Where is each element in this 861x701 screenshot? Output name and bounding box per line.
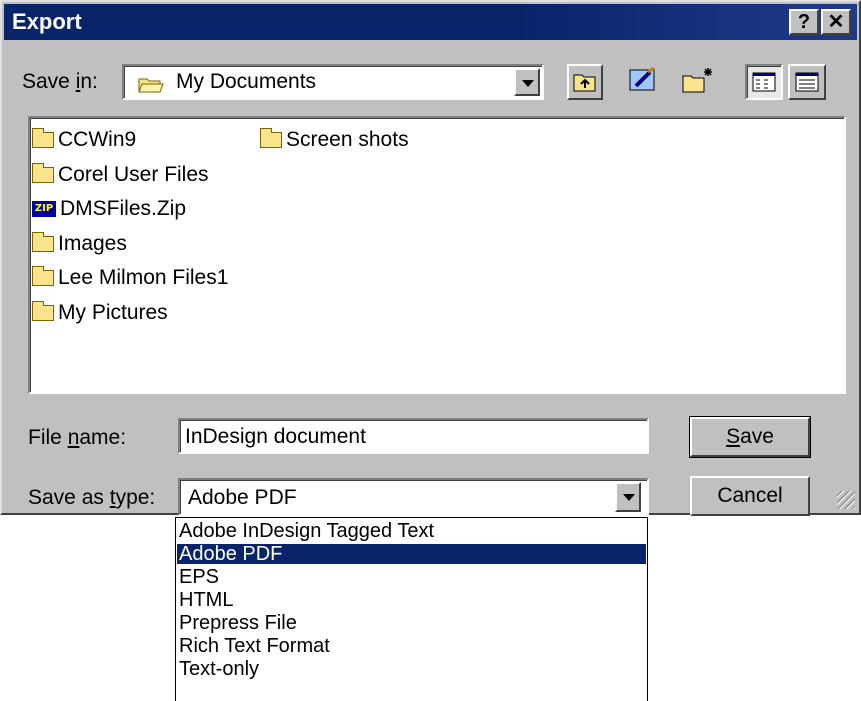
title-bar[interactable]: Export ? ✕ — [4, 4, 857, 40]
file-name: DMSFiles.Zip — [60, 197, 187, 220]
open-folder-icon — [138, 75, 164, 99]
save-as-type-dropdown-list[interactable]: Adobe InDesign Tagged Text Adobe PDF EPS… — [175, 517, 648, 701]
file-name-value: InDesign document — [185, 425, 366, 448]
up-folder-icon — [573, 72, 597, 98]
save-as-type-dropdown-button[interactable] — [615, 482, 641, 512]
desktop-icon — [628, 66, 658, 100]
details-view-icon — [795, 72, 819, 98]
file-name-label-text: File — [28, 426, 68, 449]
dropdown-option[interactable]: Prepress File — [179, 613, 297, 633]
folder-icon — [32, 163, 54, 183]
up-one-level-button[interactable] — [567, 64, 603, 100]
list-item[interactable]: Corel User Files — [32, 163, 209, 187]
folder-icon — [260, 128, 282, 148]
dropdown-option[interactable]: Rich Text Format — [179, 636, 330, 656]
list-item[interactable]: Images — [32, 232, 127, 256]
folder-icon — [32, 128, 54, 148]
list-item[interactable]: My Pictures — [32, 301, 168, 325]
desktop-button[interactable] — [624, 62, 660, 98]
save-as-type-label-text: Save as — [28, 486, 110, 509]
dropdown-option[interactable]: EPS — [179, 567, 219, 587]
file-name-label-key: n — [67, 426, 80, 449]
list-view-button[interactable] — [745, 64, 783, 100]
new-folder-icon — [682, 66, 714, 100]
list-item[interactable]: ZIP DMSFiles.Zip — [32, 197, 186, 221]
file-name-label: File name: — [28, 426, 126, 450]
details-view-button[interactable] — [788, 64, 826, 100]
close-button[interactable]: ✕ — [821, 9, 851, 35]
list-item[interactable]: Screen shots — [260, 128, 409, 152]
save-in-label-text: Save — [22, 70, 76, 93]
save-as-type-label: Save as type: — [28, 486, 155, 510]
save-in-value: My Documents — [176, 70, 317, 93]
dropdown-option-selected[interactable]: Adobe PDF — [177, 544, 646, 564]
file-name: My Pictures — [58, 301, 168, 324]
save-in-dropdown-button[interactable] — [514, 68, 540, 96]
file-name: Screen shots — [286, 128, 409, 151]
list-view-icon — [752, 72, 776, 98]
file-name: Images — [58, 232, 127, 255]
file-name-label-text-end: ame: — [79, 426, 127, 449]
cancel-button[interactable]: Cancel — [690, 476, 810, 516]
save-in-label-text-end: n: — [80, 70, 98, 93]
file-name-input[interactable]: InDesign document — [178, 418, 649, 454]
resize-grip[interactable] — [837, 491, 855, 509]
dialog-title: Export — [12, 9, 82, 34]
list-item[interactable]: Lee Milmon Files1 — [32, 266, 228, 290]
folder-icon — [32, 232, 54, 252]
dropdown-option[interactable]: Adobe InDesign Tagged Text — [179, 521, 434, 541]
create-new-folder-button[interactable] — [680, 62, 716, 98]
save-button-key: S — [726, 425, 741, 448]
folder-icon — [32, 266, 54, 286]
help-button[interactable]: ? — [789, 9, 819, 35]
export-dialog: Export ? ✕ Save in: My Documents CCWin9 … — [0, 0, 861, 516]
folder-icon — [32, 301, 54, 321]
list-item[interactable]: CCWin9 — [32, 128, 136, 152]
file-list[interactable]: CCWin9 Corel User Files ZIP DMSFiles.Zip … — [28, 116, 846, 394]
save-as-type-value: Adobe PDF — [188, 486, 297, 509]
file-name: Lee Milmon Files1 — [58, 266, 229, 289]
save-in-label: Save in: — [22, 70, 98, 94]
dropdown-option[interactable]: HTML — [179, 590, 233, 610]
save-in-combo[interactable]: My Documents — [122, 64, 544, 100]
file-name: CCWin9 — [58, 128, 137, 151]
file-name: Corel User Files — [58, 163, 209, 186]
zip-file-icon: ZIP — [32, 201, 56, 217]
save-button-label: ave — [740, 425, 774, 448]
save-as-type-combo[interactable]: Adobe PDF — [178, 478, 649, 516]
save-as-type-label-text-end: ype: — [115, 486, 156, 509]
dropdown-option[interactable]: Text-only — [179, 659, 259, 679]
save-button[interactable]: Save — [689, 416, 811, 458]
